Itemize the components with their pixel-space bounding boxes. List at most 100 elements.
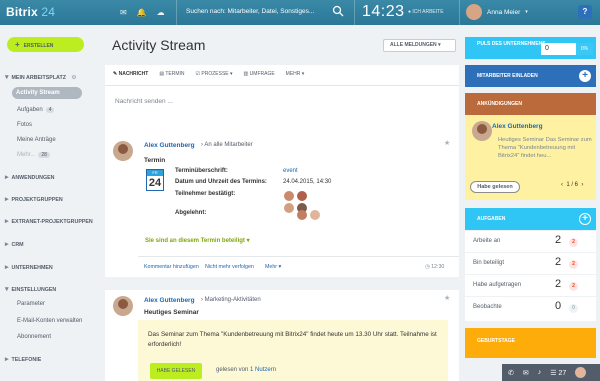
- work-status[interactable]: ● ICH ARBEITE: [408, 9, 444, 15]
- announcements-title: ANKÜNDIGUNGEN: [465, 93, 596, 115]
- tab-event[interactable]: ▤ TERMIN: [159, 71, 184, 77]
- task-row[interactable]: Arbeite an 2 2: [465, 230, 596, 252]
- search-placeholder: Suchen nach: Mitarbeiter, Datei, Sonstig…: [186, 8, 315, 15]
- nav-my-workplace[interactable]: ▾ MEIN ARBEITSPLATZ ⚙: [5, 73, 100, 81]
- plus-icon: +: [579, 70, 591, 82]
- event-date-value: 24.04.2015, 14:30: [283, 179, 332, 185]
- bell-icon[interactable]: ♪: [538, 369, 542, 376]
- help-button[interactable]: ?: [578, 5, 592, 19]
- sidebar-item-photos[interactable]: Fotos: [17, 122, 32, 128]
- sidebar-item-requests[interactable]: Meine Anträge: [17, 137, 56, 143]
- chevron-down-icon: ▾: [525, 9, 528, 15]
- user-name: Anna Meier: [487, 8, 521, 16]
- star-icon[interactable]: ★: [444, 139, 450, 147]
- sidebar: + ERSTELLEN ▾ MEIN ARBEITSPLATZ ⚙ Activity…: [0, 25, 103, 381]
- announcements-widget: ANKÜNDIGUNGEN Alex Guttenberg Heutiges S…: [465, 93, 596, 200]
- participant-avatar[interactable]: [297, 210, 307, 220]
- sidebar-item-subscription[interactable]: Abonnement: [17, 334, 51, 340]
- avatar[interactable]: [472, 121, 492, 141]
- participant-avatar[interactable]: [297, 191, 307, 201]
- announcement-author[interactable]: Alex Guttenberg: [492, 123, 543, 130]
- chevron-down-icon: ▾: [5, 74, 9, 81]
- tab-processes[interactable]: ☑ PROZESSE ▾: [196, 71, 233, 77]
- post-recipient: › Marketing-Aktivitäten: [201, 297, 261, 303]
- unfollow-link[interactable]: Nicht mehr verfolgen: [205, 264, 254, 270]
- announcement-read-button[interactable]: Habe gelesen: [470, 181, 520, 193]
- add-task-icon[interactable]: +: [579, 213, 591, 225]
- sidebar-item-activity-stream[interactable]: Activity Stream: [12, 87, 82, 99]
- read-button[interactable]: Habe gelesen: [150, 363, 202, 379]
- group-icon[interactable]: ☰ 27: [550, 369, 566, 377]
- event-title-label: Terminüberschrift:: [175, 168, 228, 174]
- announcement-text: Heutiges Seminar Das Seminar zum Thema "…: [498, 137, 592, 159]
- pulse-value: 0: [545, 45, 549, 52]
- messenger-icon[interactable]: ✉: [120, 8, 127, 17]
- post-title: Termin: [144, 157, 166, 164]
- search-input[interactable]: Suchen nach: Mitarbeiter, Datei, Sonstig…: [180, 0, 350, 25]
- online-count: 27: [558, 369, 567, 377]
- post-time: ◷ 12:30: [425, 264, 445, 270]
- nav-projects[interactable]: ▸ PROJEKTGRUPPEN: [5, 195, 100, 203]
- top-header: Bitrix 24 ✉ 🔔 ☁ Suchen nach: Mitarbeiter…: [0, 0, 600, 25]
- page-title: Activity Stream: [112, 37, 206, 53]
- phone-icon[interactable]: ✆: [508, 369, 514, 377]
- add-comment-link[interactable]: Kommentar hinzufügen: [144, 264, 199, 270]
- calendar-icon: FR 24: [146, 169, 164, 191]
- feed-post: Alex Guttenberg › An alle Mitarbeiter ★ …: [105, 135, 459, 277]
- pulse-title: PULS DES UNTERNEHMENS: [477, 41, 546, 47]
- clock[interactable]: 14:23: [362, 3, 405, 21]
- logo[interactable]: Bitrix 24: [6, 5, 55, 19]
- cloud-icon[interactable]: ☁: [157, 8, 165, 17]
- user-menu[interactable]: Anna Meier ▾: [466, 4, 528, 20]
- chevron-down-icon: ▾: [438, 42, 441, 48]
- search-icon[interactable]: [332, 5, 344, 17]
- participant-avatar[interactable]: [284, 203, 294, 213]
- nav-telephony[interactable]: ▸ TELEFONIE: [5, 355, 100, 363]
- notification-icon[interactable]: 🔔: [137, 8, 147, 17]
- invite-employees-button[interactable]: MITARBEITER EINLADEN +: [465, 65, 596, 87]
- read-by: gelesen von 1 Nutzern: [216, 367, 277, 373]
- event-title-value[interactable]: event: [283, 168, 298, 174]
- nav-extranet[interactable]: ▸ EXTRANET-PROJEKTGRUPPEN: [5, 217, 100, 225]
- chat-icon[interactable]: ✉: [523, 369, 529, 377]
- nav-settings[interactable]: ▾ EINSTELLUNGEN: [5, 285, 100, 293]
- main-content: Activity Stream ALLE MELDUNGEN ▾ ✎ NACHR…: [105, 25, 459, 381]
- sidebar-item-parameters[interactable]: Parameter: [17, 301, 45, 307]
- filter-dropdown[interactable]: ALLE MELDUNGEN ▾: [383, 39, 456, 52]
- nav-crm[interactable]: ▸ CRM: [5, 240, 100, 248]
- sidebar-item-email[interactable]: E-Mail-Konten verwalten: [17, 318, 82, 324]
- tab-message[interactable]: ✎ NACHRICHT: [113, 71, 148, 77]
- messenger-bar: ✆ ✉ ♪ ☰ 27: [502, 364, 600, 381]
- more-link[interactable]: Mehr ▾: [265, 264, 281, 270]
- tasks-title[interactable]: AUFGABEN +: [465, 208, 596, 230]
- participation-status[interactable]: Sie sind an diesem Termin beteiligt ▾: [145, 237, 250, 244]
- post-title: Heutiges Seminar: [144, 309, 199, 316]
- nav-applications[interactable]: ▸ ANWENDUNGEN: [5, 173, 100, 181]
- participant-avatar[interactable]: [284, 191, 294, 201]
- post-recipient: › An alle Mitarbeiter: [201, 142, 253, 148]
- post-author[interactable]: Alex Guttenberg: [144, 297, 195, 304]
- nav-company[interactable]: ▸ UNTERNEHMEN: [5, 263, 100, 271]
- birthdays-widget: GEBURTSTAGE: [465, 328, 596, 358]
- company-pulse[interactable]: PULS DES UNTERNEHMENS 0 0%: [465, 37, 596, 59]
- participant-avatar[interactable]: [310, 210, 320, 220]
- sidebar-item-tasks[interactable]: Aufgaben 4: [17, 107, 55, 113]
- read-count-link[interactable]: 1 Nutzern: [250, 367, 276, 373]
- avatar[interactable]: [113, 296, 133, 316]
- composer: ✎ NACHRICHT ▤ TERMIN ☑ PROZESSE ▾ ▥ UMFR…: [105, 65, 459, 146]
- announcement-pager[interactable]: ‹ 1 / 6 ›: [561, 182, 583, 188]
- task-row[interactable]: Beobachte 0 0: [465, 296, 596, 318]
- post-author[interactable]: Alex Guttenberg: [144, 142, 195, 149]
- post-body: Das Seminar zum Thema "Kundenbetreuung m…: [148, 331, 437, 348]
- create-button[interactable]: + ERSTELLEN: [7, 37, 84, 52]
- declined-label: Abgelehnt:: [175, 210, 207, 216]
- task-row[interactable]: Habe aufgetragen 2 2: [465, 274, 596, 296]
- tab-more[interactable]: MEHR ▾: [286, 71, 305, 77]
- task-row[interactable]: Bin beteiligt 2 2: [465, 252, 596, 274]
- message-input[interactable]: Nachricht senden ...: [115, 98, 173, 105]
- star-icon[interactable]: ★: [444, 294, 450, 302]
- sidebar-item-more[interactable]: Mehr... 28: [17, 152, 50, 158]
- tab-poll[interactable]: ▥ UMFRAGE: [244, 71, 275, 77]
- avatar[interactable]: [113, 141, 133, 161]
- avatar[interactable]: [575, 367, 587, 378]
